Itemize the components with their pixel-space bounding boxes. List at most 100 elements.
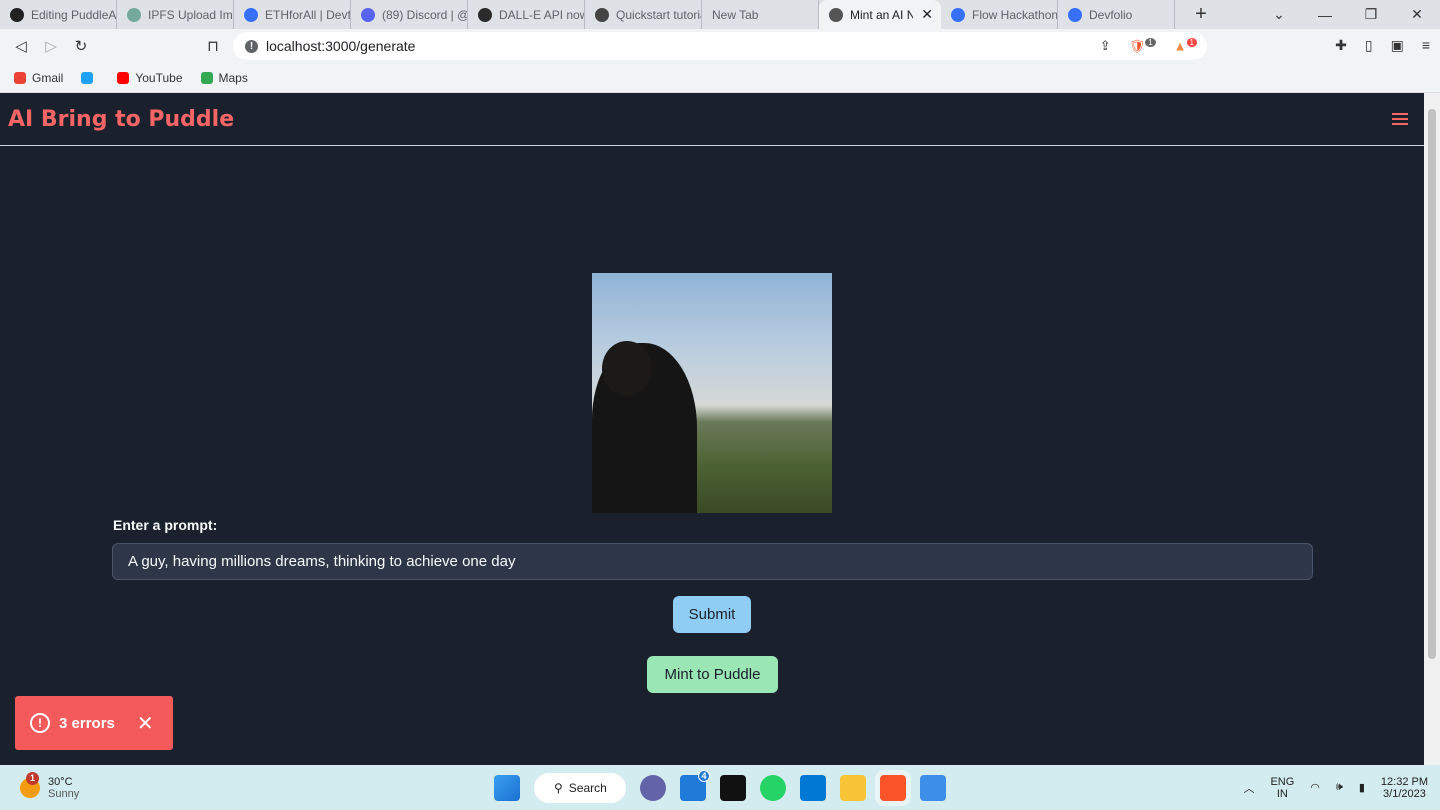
submit-button[interactable]: Submit bbox=[673, 596, 751, 633]
close-tab-icon[interactable]: ✕ bbox=[921, 6, 933, 23]
error-toast[interactable]: ! 3 errors ✕ bbox=[15, 696, 173, 750]
prompt-label: Enter a prompt: bbox=[113, 517, 218, 533]
weather-desc: Sunny bbox=[48, 787, 80, 800]
new-tab-button[interactable]: + bbox=[1178, 3, 1224, 26]
whatsapp-icon[interactable] bbox=[760, 774, 786, 801]
reload-button[interactable]: ↻ bbox=[66, 37, 96, 55]
tab-5[interactable]: Quickstart tutoria bbox=[585, 0, 702, 29]
tab-title: (89) Discord | @A bbox=[382, 7, 467, 22]
page-scrollbar[interactable] bbox=[1424, 93, 1440, 765]
taskbar-search[interactable]: ⚲ Search bbox=[534, 772, 626, 803]
tab-title: Quickstart tutoria bbox=[616, 7, 701, 22]
battery-icon[interactable]: ▮ bbox=[1359, 781, 1365, 794]
browser-toolbar: ◁ ▷ ↻ ⊓ ! localhost:3000/generate ⇪ 🛡 1 ▲… bbox=[0, 29, 1440, 63]
tab-title: DALL-E API now a bbox=[499, 7, 584, 22]
sun-icon: 1 bbox=[20, 771, 40, 798]
tab-title: Mint an AI N bbox=[850, 7, 914, 22]
bookmark-favicon-icon bbox=[117, 71, 130, 84]
maximize-button[interactable]: ❐ bbox=[1348, 6, 1394, 23]
error-count-text: 3 errors bbox=[59, 714, 115, 732]
bookmarks-bar: Gmail YouTube Maps bbox=[0, 63, 1440, 93]
site-info-icon[interactable]: ! bbox=[245, 39, 258, 53]
bookmark-favicon-icon bbox=[14, 71, 26, 84]
tab-2[interactable]: ETHforAll | Devfo bbox=[234, 0, 351, 29]
brave-shields-icon[interactable]: 🛡 1 bbox=[1129, 37, 1156, 54]
bookmark-label: Gmail bbox=[32, 70, 64, 85]
hamburger-menu-icon[interactable] bbox=[1392, 113, 1408, 125]
menu-icon[interactable]: ≡ bbox=[1422, 37, 1430, 54]
windows-start-icon[interactable] bbox=[494, 774, 520, 801]
app-page: AI Bring to Puddle Enter a prompt: Submi… bbox=[0, 93, 1424, 765]
search-icon: ⚲ bbox=[554, 780, 563, 795]
url-text: localhost:3000/generate bbox=[266, 38, 416, 54]
language-indicator[interactable]: ENG IN bbox=[1270, 776, 1294, 800]
tab-title: Devfolio bbox=[1089, 7, 1133, 22]
devfolio-icon bbox=[1068, 7, 1082, 22]
tab-title: IPFS Upload Imag bbox=[148, 7, 233, 22]
prompt-input[interactable] bbox=[112, 543, 1313, 580]
devfolio-icon bbox=[244, 7, 258, 22]
tab-1[interactable]: IPFS Upload Imag bbox=[117, 0, 234, 29]
brand-title[interactable]: AI Bring to Puddle bbox=[8, 107, 234, 132]
weather-temp: 30°C bbox=[48, 775, 73, 788]
mail-icon[interactable]: 4 bbox=[680, 769, 710, 801]
vscode-icon[interactable] bbox=[800, 774, 826, 801]
bookmark-label: Maps bbox=[218, 70, 248, 85]
chatgpt-icon bbox=[127, 7, 141, 22]
tab-4[interactable]: DALL-E API now a bbox=[468, 0, 585, 29]
tab-title: Flow Hackathon: bbox=[972, 7, 1057, 22]
github-icon bbox=[10, 7, 24, 22]
brave-browser-icon[interactable] bbox=[880, 774, 906, 801]
tab-search-chevron-icon[interactable]: ⌄ bbox=[1256, 6, 1302, 23]
extensions-icon[interactable]: ✚ bbox=[1335, 37, 1347, 54]
weather-widget[interactable]: 1 30°C Sunny bbox=[20, 771, 80, 800]
file-explorer-icon[interactable] bbox=[840, 774, 866, 801]
devfolio-icon bbox=[951, 7, 965, 22]
tab-7[interactable]: Mint an AI N ✕ bbox=[819, 0, 941, 29]
bookmark-0[interactable]: Gmail bbox=[14, 71, 63, 85]
wifi-icon[interactable]: ◠ bbox=[1310, 781, 1320, 794]
brave-rewards-icon[interactable]: ▲ 1 bbox=[1174, 38, 1197, 54]
bookmark-1[interactable] bbox=[81, 71, 99, 84]
bookmark-3[interactable]: Maps bbox=[200, 70, 248, 85]
error-icon: ! bbox=[30, 713, 50, 733]
terminal-icon[interactable] bbox=[720, 774, 746, 801]
globe-icon bbox=[829, 7, 843, 22]
teams-icon[interactable] bbox=[640, 774, 666, 801]
tab-0[interactable]: Editing PuddleAI bbox=[0, 0, 117, 29]
back-button[interactable]: ◁ bbox=[6, 37, 36, 55]
tab-8[interactable]: Flow Hackathon: bbox=[941, 0, 1058, 29]
wallet-icon[interactable]: ▣ bbox=[1391, 37, 1404, 54]
discord-icon bbox=[361, 7, 375, 22]
address-bar[interactable]: ! localhost:3000/generate ⇪ 🛡 1 ▲ 1 bbox=[233, 32, 1207, 60]
sidebar-icon[interactable]: ▯ bbox=[1365, 37, 1373, 54]
tab-9[interactable]: Devfolio bbox=[1058, 0, 1175, 29]
openai-icon bbox=[595, 7, 609, 22]
tab-strip: Editing PuddleAI IPFS Upload Imag ETHforAl… bbox=[0, 0, 1440, 29]
search-label: Search bbox=[568, 780, 607, 795]
bookmark-label: YouTube bbox=[135, 70, 183, 85]
bookmark-2[interactable]: YouTube bbox=[117, 70, 183, 85]
tab-title: New Tab bbox=[712, 7, 759, 22]
generated-image bbox=[592, 273, 832, 513]
forward-button[interactable]: ▷ bbox=[36, 37, 66, 55]
rewards-badge: 1 bbox=[1186, 38, 1197, 48]
bookmark-favicon-icon bbox=[200, 71, 213, 84]
bookmark-icon[interactable]: ⊓ bbox=[198, 37, 228, 55]
navbar: AI Bring to Puddle bbox=[0, 93, 1424, 146]
close-window-button[interactable]: ✕ bbox=[1394, 6, 1440, 23]
close-icon[interactable]: ✕ bbox=[137, 711, 154, 736]
tray-overflow-icon[interactable]: ︿ bbox=[1243, 780, 1254, 796]
tab-title: ETHforAll | Devfo bbox=[265, 7, 350, 22]
photos-icon[interactable] bbox=[920, 774, 946, 801]
volume-icon[interactable]: 🕪 bbox=[1336, 781, 1343, 794]
tab-title: Editing PuddleAI bbox=[31, 7, 116, 22]
minimize-button[interactable]: — bbox=[1302, 7, 1348, 23]
clock[interactable]: 12:32 PM 3/1/2023 bbox=[1381, 776, 1428, 800]
openai-icon bbox=[478, 7, 492, 22]
shield-badge: 1 bbox=[1145, 37, 1156, 47]
mint-to-puddle-button[interactable]: Mint to Puddle bbox=[647, 656, 778, 693]
tab-3[interactable]: (89) Discord | @A bbox=[351, 0, 468, 29]
tab-6[interactable]: New Tab bbox=[702, 0, 819, 29]
share-icon[interactable]: ⇪ bbox=[1100, 38, 1111, 54]
